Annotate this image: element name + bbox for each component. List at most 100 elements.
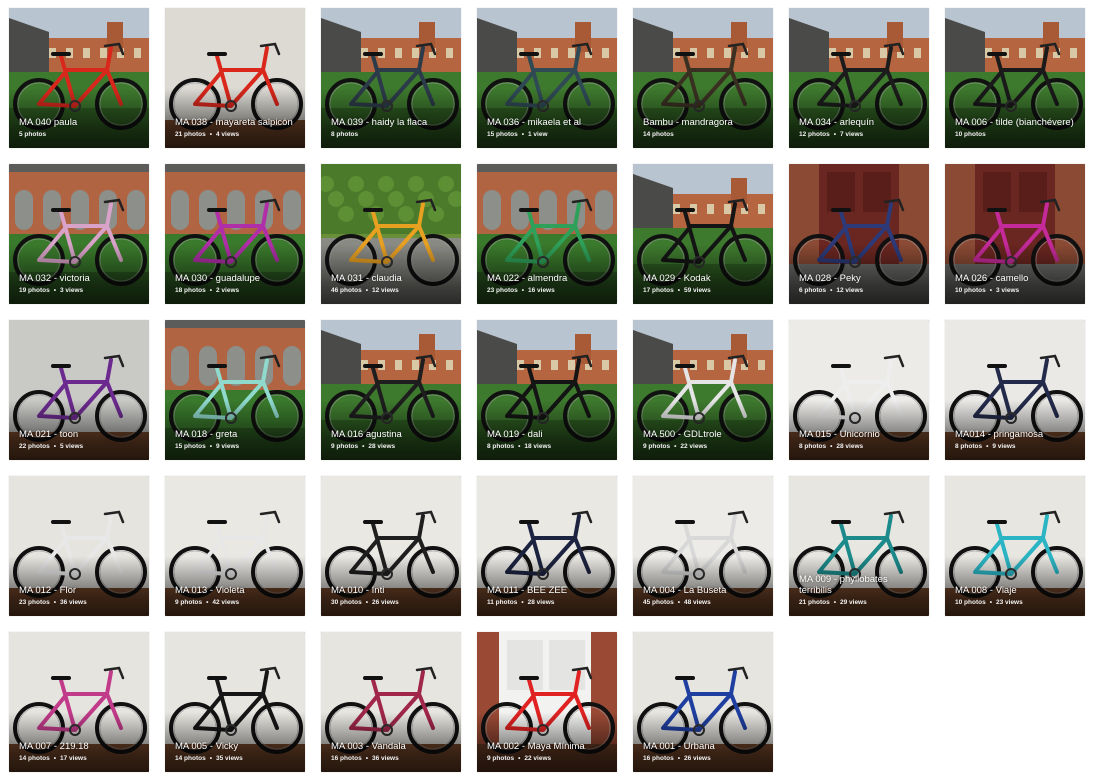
album-card[interactable]: MA 036 - mikaela et al 15 photos • 1 view [477,8,617,148]
photo-count: 16 photos [331,755,362,762]
view-count: 7 views [839,131,864,138]
stats-separator: • [209,131,212,138]
stats-separator: • [521,599,524,606]
album-stats: 6 photos • 12 views [799,286,923,295]
album-title: MA 038 - mayareta salpicón [175,117,293,128]
album-meta: MA 028 - Peky 6 photos • 12 views [799,273,923,295]
album-card[interactable]: MA 011 - BEE ZEE 11 photos • 28 views [477,476,617,616]
album-stats: 21 photos • 4 views [175,130,299,139]
album-card[interactable]: MA 018 - greta 15 photos • 9 views [165,320,305,460]
view-count: 22 views [524,755,552,762]
album-stats: 46 photos • 12 views [331,286,455,295]
view-count: 16 views [527,287,555,294]
photo-count: 8 photos [799,443,827,450]
album-stats: 11 photos • 28 views [487,598,611,607]
view-count: 26 views [683,755,711,762]
album-card[interactable]: MA014 - pringamosa 8 photos • 9 views [945,320,1085,460]
album-card[interactable]: MA 001 - Urbana 16 photos • 26 views [633,632,773,772]
view-count: 28 views [836,443,864,450]
stats-separator: • [833,131,836,138]
stats-separator: • [986,443,989,450]
album-card[interactable]: MA 013 - Violeta 9 photos • 42 views [165,476,305,616]
stats-separator: • [677,287,680,294]
stats-separator: • [674,443,677,450]
album-meta: MA 016 agustina 9 photos • 28 views [331,429,455,451]
album-card[interactable]: MA 028 - Peky 6 photos • 12 views [789,164,929,304]
album-title: Bambu - mandragora [643,117,733,128]
album-card[interactable]: MA 021 - toon 22 photos • 5 views [9,320,149,460]
album-meta: Bambu - mandragora 14 photos [643,117,767,139]
album-stats: 18 photos • 2 views [175,286,299,295]
album-card[interactable]: MA 003 - Vandala 16 photos • 36 views [321,632,461,772]
album-card[interactable]: MA 040 paula 5 photos [9,8,149,148]
album-meta: MA 002 - Maya Mínima 9 photos • 22 views [487,741,611,763]
stats-separator: • [209,443,212,450]
view-count: 29 views [839,599,867,606]
album-card[interactable]: MA 038 - mayareta salpicón 21 photos • 4 vi… [165,8,305,148]
album-card[interactable]: MA 019 - dali 8 photos • 18 views [477,320,617,460]
album-card[interactable]: MA 016 agustina 9 photos • 28 views [321,320,461,460]
photo-count: 15 photos [487,131,518,138]
album-meta: MA 006 - tilde (bianchévere) 10 photos [955,117,1079,139]
photo-count: 12 photos [799,131,830,138]
album-title: MA 007 - 219.18 [19,741,89,752]
album-stats: 8 photos • 18 views [487,442,611,451]
album-stats: 15 photos • 1 view [487,130,611,139]
album-title: MA 040 paula [19,117,78,128]
album-title: MA 031 - claudia [331,273,402,284]
album-card[interactable]: MA 030 - guadalupe 18 photos • 2 views [165,164,305,304]
album-card[interactable]: MA 032 - victoria 19 photos • 3 views [9,164,149,304]
album-card[interactable]: MA 015 - Unicornio 8 photos • 28 views [789,320,929,460]
album-title: MA 009 - phyllobates terribilis [799,574,888,596]
album-stats: 5 photos [19,130,143,139]
photo-count: 9 photos [331,443,359,450]
album-card[interactable]: MA 006 - tilde (bianchévere) 10 photos [945,8,1085,148]
album-meta: MA 007 - 219.18 14 photos • 17 views [19,741,143,763]
album-meta: MA 003 - Vandala 16 photos • 36 views [331,741,455,763]
album-stats: 14 photos • 35 views [175,754,299,763]
album-card[interactable]: MA 007 - 219.18 14 photos • 17 views [9,632,149,772]
album-meta: MA 036 - mikaela et al 15 photos • 1 view [487,117,611,139]
album-card[interactable]: MA 002 - Maya Mínima 9 photos • 22 views [477,632,617,772]
photo-count: 10 photos [955,131,986,138]
photo-count: 19 photos [19,287,50,294]
album-card[interactable]: MA 005 - Vicky 14 photos • 35 views [165,632,305,772]
album-card[interactable]: MA 008 - Viaje 10 photos • 23 views [945,476,1085,616]
album-card[interactable]: MA 039 - haidy la flaca 8 photos [321,8,461,148]
photo-count: 9 photos [487,755,515,762]
photo-count: 9 photos [175,599,203,606]
album-card[interactable]: MA 010 - Inti 30 photos • 26 views [321,476,461,616]
album-card[interactable]: MA 034 - arlequín 12 photos • 7 views [789,8,929,148]
album-card[interactable]: MA 004 - La Buseta 45 photos • 48 views [633,476,773,616]
stats-separator: • [365,599,368,606]
stats-separator: • [521,131,524,138]
album-card[interactable]: MA 009 - phyllobates terribilis 21 photos… [789,476,929,616]
album-stats: 16 photos • 26 views [643,754,767,763]
photo-count: 14 photos [175,755,206,762]
album-card[interactable]: MA 031 - claudia 46 photos • 12 views [321,164,461,304]
album-title: MA 500 - GDLtrole [643,429,722,440]
album-meta: MA 009 - phyllobates terribilis 21 photos… [799,574,923,607]
album-title: MA 021 - toon [19,429,79,440]
album-stats: 19 photos • 3 views [19,286,143,295]
album-card[interactable]: MA 029 - Kodak 17 photos • 59 views [633,164,773,304]
album-title: MA 013 - Violeta [175,585,245,596]
album-card[interactable]: MA 022 - almendra 23 photos • 16 views [477,164,617,304]
album-meta: MA 008 - Viaje 10 photos • 23 views [955,585,1079,607]
album-card[interactable]: MA 026 - camello 10 photos • 3 views [945,164,1085,304]
album-meta: MA 032 - victoria 19 photos • 3 views [19,273,143,295]
album-title: MA 010 - Inti [331,585,385,596]
album-card[interactable]: MA 012 - Flor 23 photos • 36 views [9,476,149,616]
album-stats: 10 photos [955,130,1079,139]
album-card[interactable]: MA 500 - GDLtrole 9 photos • 22 views [633,320,773,460]
album-grid: MA 040 paula 5 photos MA 038 - mayareta sa… [0,0,1105,775]
album-stats: 8 photos [331,130,455,139]
photo-count: 15 photos [175,443,206,450]
view-count: 28 views [368,443,396,450]
album-stats: 22 photos • 5 views [19,442,143,451]
view-count: 26 views [371,599,399,606]
album-meta: MA 012 - Flor 23 photos • 36 views [19,585,143,607]
album-stats: 16 photos • 36 views [331,754,455,763]
photo-count: 23 photos [19,599,50,606]
album-card[interactable]: Bambu - mandragora 14 photos [633,8,773,148]
